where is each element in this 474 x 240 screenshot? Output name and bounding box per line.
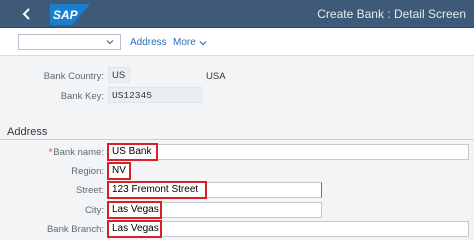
bank-branch-input[interactable]: Las Vegas xyxy=(107,220,162,238)
shell-header: SAP Create Bank : Detail Screen xyxy=(0,0,474,28)
chevron-down-icon xyxy=(106,40,114,45)
bank-country-name: USA xyxy=(206,71,226,82)
logo-text: SAP xyxy=(53,8,79,22)
bank-key-label: Bank Key: xyxy=(60,91,104,102)
bank-branch-label: Bank Branch: xyxy=(46,224,104,235)
street-input[interactable]: 123 Fremont Street xyxy=(107,181,207,199)
region-label: Region: xyxy=(71,166,104,177)
city-label: City: xyxy=(85,205,104,216)
bank-branch-field-box[interactable] xyxy=(108,221,469,237)
city-input[interactable]: Las Vegas xyxy=(107,201,162,219)
bank-key-field: US12345 xyxy=(108,87,202,103)
toolbar: Address More xyxy=(0,28,474,56)
chevron-down-icon xyxy=(199,40,207,45)
more-label: More xyxy=(173,37,196,48)
bank-name-label: *Bank name: xyxy=(0,147,104,158)
page-title: Create Bank : Detail Screen xyxy=(317,7,466,21)
address-section-title: Address xyxy=(7,126,48,138)
section-divider xyxy=(0,139,474,140)
bank-country-label: Bank Country: xyxy=(43,71,104,82)
bank-country-field: US xyxy=(108,67,130,83)
street-label: Street: xyxy=(76,185,104,196)
chevron-left-icon xyxy=(22,8,30,20)
more-menu-button[interactable]: More xyxy=(173,37,207,48)
sap-logo: SAP xyxy=(50,4,90,25)
address-button[interactable]: Address xyxy=(130,37,167,48)
bank-name-input[interactable]: US Bank xyxy=(107,143,158,161)
command-combobox[interactable] xyxy=(18,34,121,50)
bank-name-field-box[interactable] xyxy=(108,144,469,160)
bank-name-label-text: Bank name: xyxy=(53,147,104,158)
region-input[interactable]: NV xyxy=(107,162,131,180)
required-marker: * xyxy=(48,147,53,158)
back-button[interactable] xyxy=(14,3,40,25)
